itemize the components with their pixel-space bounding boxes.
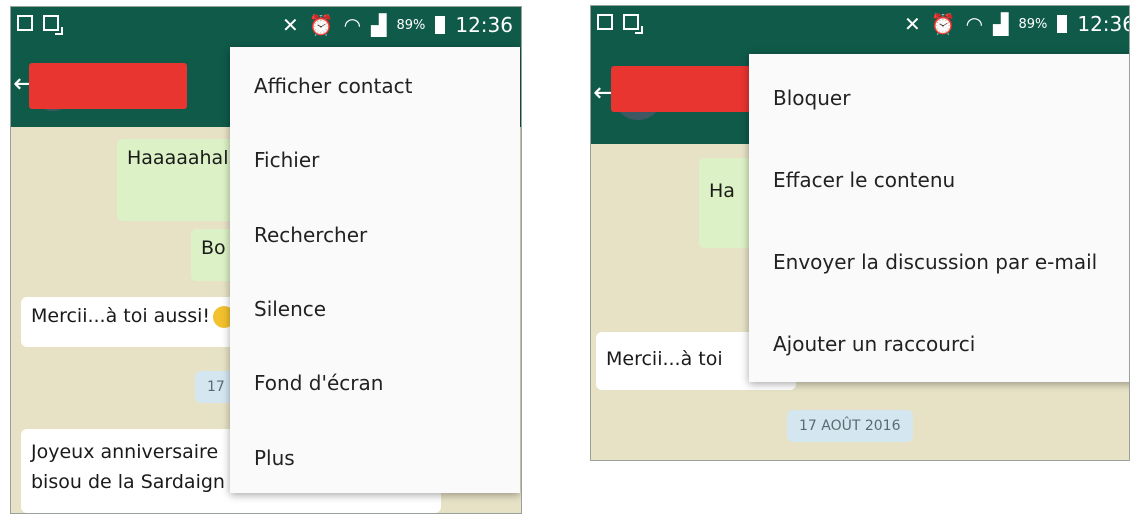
mute-icon: ✕ — [903, 12, 921, 36]
menu-item-bloquer[interactable]: Bloquer — [749, 86, 1129, 110]
message-bubble-incoming[interactable]: Mercii...à toi aussi! — [21, 297, 251, 347]
redacted-contact-name — [611, 66, 751, 112]
message-text: Ha — [709, 180, 735, 202]
overflow-menu: Afficher contact Fichier Rechercher Sile… — [230, 47, 520, 493]
status-bar: ✕ ⏰ ◠ ▟ 89% 12:36 — [591, 6, 1129, 44]
menu-item-plus[interactable]: Plus — [230, 446, 520, 470]
download-notification-icon — [623, 14, 643, 34]
download-notification-icon — [43, 15, 63, 35]
battery-percent: 89% — [1018, 16, 1048, 32]
menu-item-fichier[interactable]: Fichier — [230, 148, 520, 172]
gallery-notification-icon — [17, 15, 33, 31]
menu-item-ajouter-raccourci[interactable]: Ajouter un raccourci — [749, 332, 1129, 356]
message-text: Mercii...à toi — [606, 348, 723, 370]
alarm-icon: ⏰ — [930, 12, 956, 36]
date-chip: 17 AOÛT 2016 — [787, 410, 913, 442]
alarm-icon: ⏰ — [308, 13, 334, 37]
menu-item-envoyer-discussion[interactable]: Envoyer la discussion par e-mail — [749, 250, 1129, 274]
menu-item-afficher-contact[interactable]: Afficher contact — [230, 74, 520, 98]
battery-percent: 89% — [396, 17, 426, 33]
left-phone-screen: ✕ ⏰ ◠ ▟ 89% 12:36 ← Haaaaahal Bo Mercii.… — [10, 6, 522, 514]
redacted-contact-name — [29, 63, 187, 109]
overflow-menu: Bloquer Effacer le contenu Envoyer la di… — [749, 54, 1129, 382]
battery-icon — [1057, 15, 1068, 33]
clock: 12:36 — [1077, 12, 1130, 36]
status-bar: ✕ ⏰ ◠ ▟ 89% 12:36 — [11, 7, 521, 45]
battery-icon — [435, 16, 446, 34]
clock: 12:36 — [455, 13, 513, 37]
mute-icon: ✕ — [281, 13, 299, 37]
signal-icon: ▟ — [993, 12, 1009, 36]
menu-item-effacer-contenu[interactable]: Effacer le contenu — [749, 168, 1129, 192]
wifi-icon: ◠ — [343, 13, 362, 37]
right-phone-screen: ✕ ⏰ ◠ ▟ 89% 12:36 ← Ha Mercii...à toi 17… — [590, 5, 1130, 461]
menu-item-rechercher[interactable]: Rechercher — [230, 223, 520, 247]
menu-item-silence[interactable]: Silence — [230, 297, 520, 321]
message-text: Bo — [201, 237, 226, 259]
menu-item-fond-ecran[interactable]: Fond d'écran — [230, 371, 520, 395]
message-text: Mercii...à toi aussi! — [31, 305, 211, 327]
signal-icon: ▟ — [371, 13, 387, 37]
message-text: Haaaaahal — [127, 147, 229, 169]
gallery-notification-icon — [597, 14, 613, 30]
wifi-icon: ◠ — [965, 12, 984, 36]
